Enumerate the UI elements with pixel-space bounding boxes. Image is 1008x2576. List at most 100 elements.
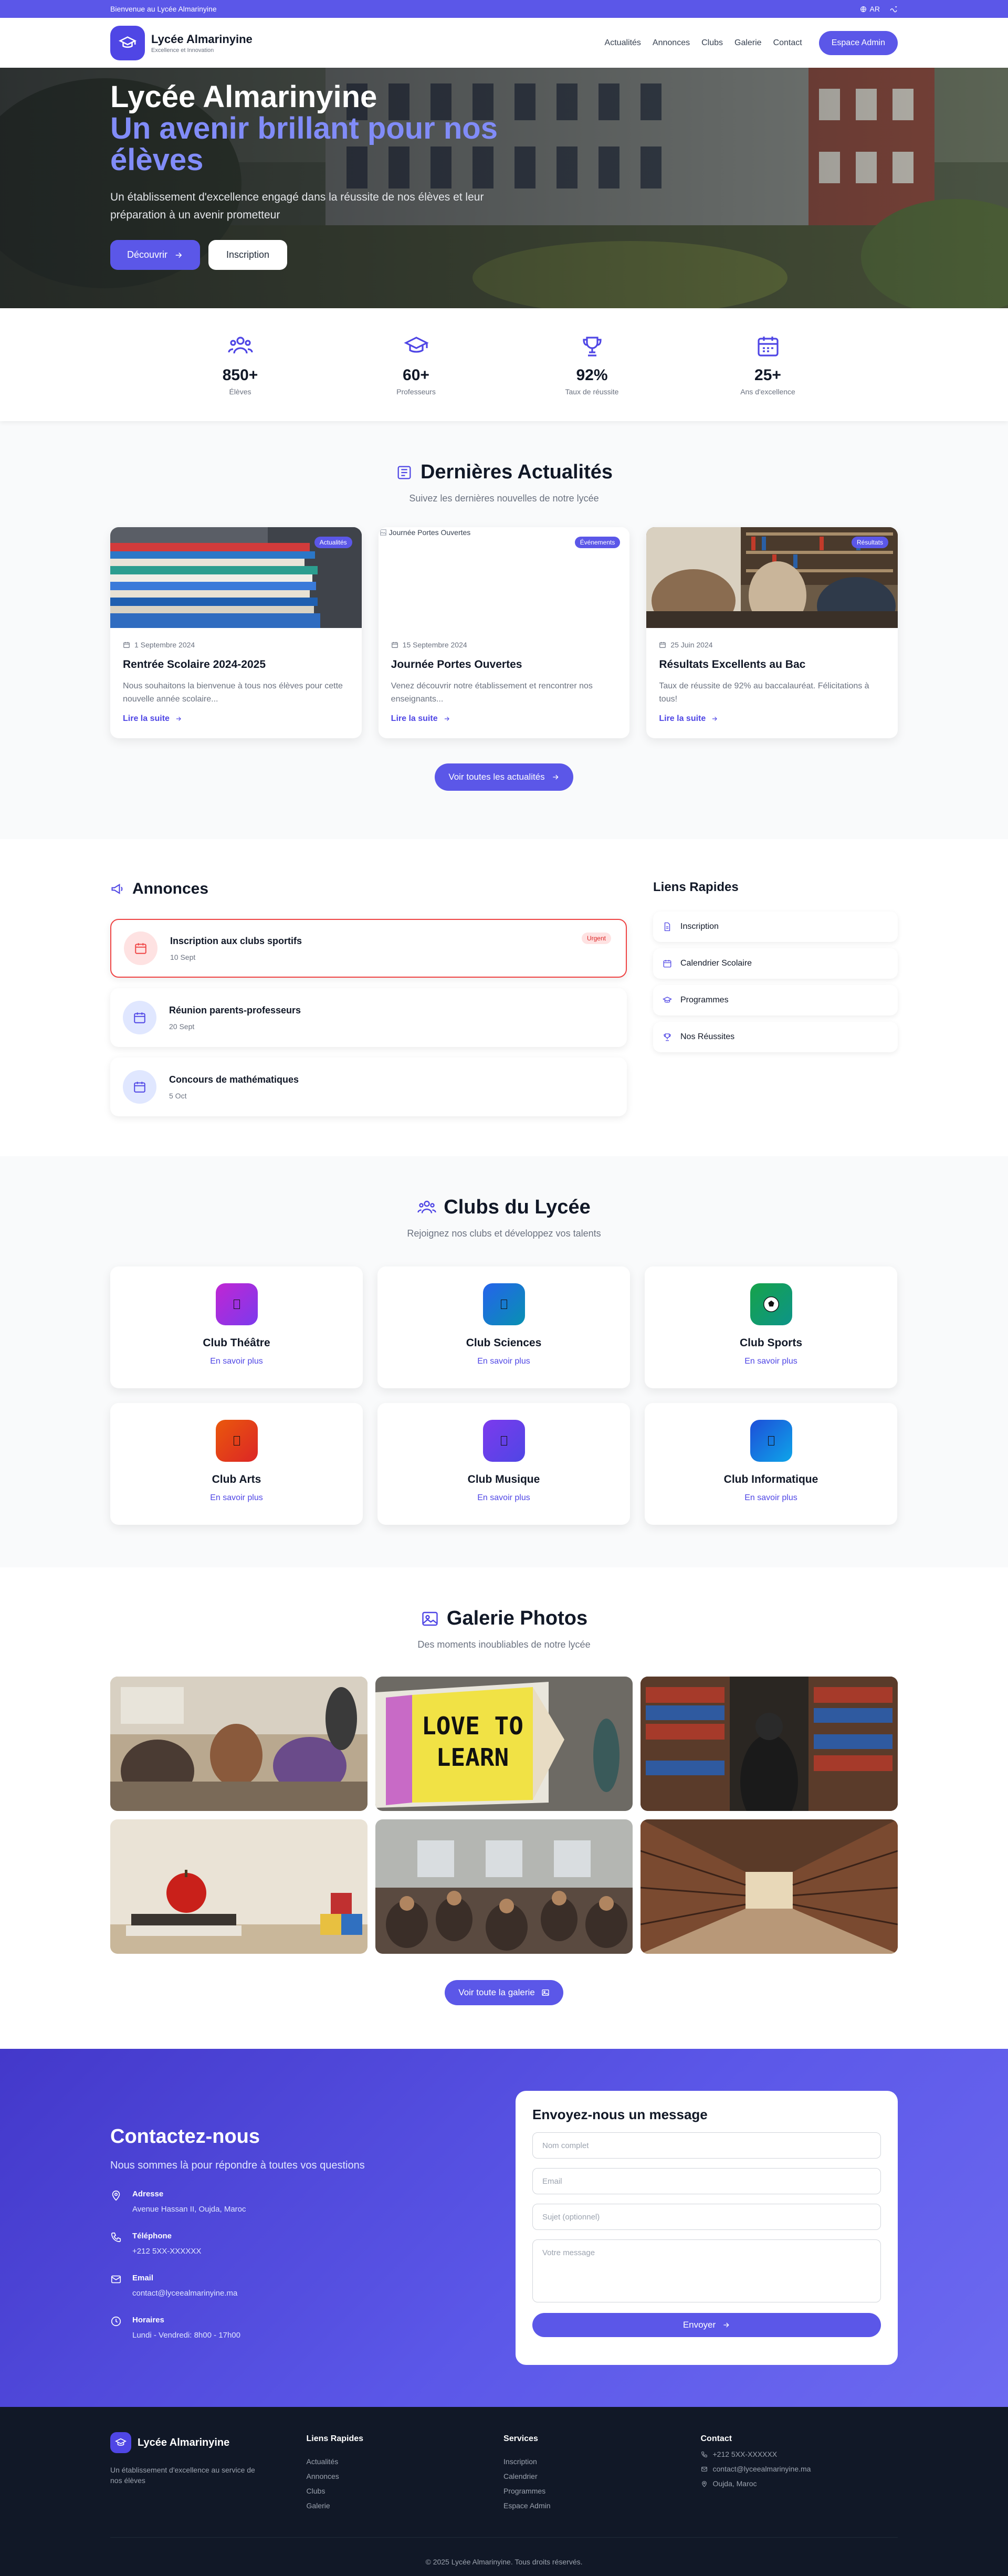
footer-brand[interactable]: Lycée Almarinyine [110, 2432, 307, 2453]
footer-service-inscription[interactable]: Inscription [503, 2457, 700, 2466]
clubs-heading: Clubs du Lycée [110, 1196, 898, 1219]
gallery-photo-classroom[interactable] [110, 1677, 368, 1811]
phone-label: Téléphone [132, 2232, 172, 2240]
club-name: Club Sports [740, 1337, 802, 1349]
calendar-icon [391, 642, 398, 648]
quick-link-calendar[interactable]: Calendrier Scolaire [653, 948, 898, 979]
news-subtitle: Suivez les dernières nouvelles de notre … [409, 493, 599, 504]
club-learn-more-link[interactable]: En savoir plus [477, 1357, 530, 1366]
footer-link-galerie[interactable]: Galerie [307, 2501, 503, 2510]
admin-space-button[interactable]: Espace Admin [818, 30, 898, 55]
signup-button[interactable]: Inscription [208, 240, 288, 270]
contact-email: Email contact@lyceealmarinyine.ma [110, 2274, 404, 2298]
hours-label: Horaires [132, 2316, 164, 2324]
nav-galerie[interactable]: Galerie [734, 38, 762, 48]
footer-email[interactable]: contact@lyceealmarinyine.ma [701, 2465, 898, 2473]
stat-success-rate: 92% Taux de réussite [540, 333, 645, 396]
club-card-sciences[interactable]: Club Sciences En savoir plus [377, 1266, 630, 1388]
placeholder-glyph-icon [233, 1436, 240, 1446]
read-more-link[interactable]: Lire la suite [123, 714, 349, 724]
clubs-subtitle: Rejoignez nos clubs et développez vos ta… [407, 1228, 601, 1239]
news-card[interactable]: Actualités 1 Septembre 2024 Rentrée Scol… [110, 527, 362, 738]
gallery-photo-apple-books[interactable] [110, 1819, 368, 1954]
club-learn-more-link[interactable]: En savoir plus [744, 1357, 797, 1366]
footer-links-title: Liens Rapides [306, 2434, 364, 2443]
club-card-theatre[interactable]: Club Théâtre En savoir plus [110, 1266, 363, 1388]
send-button[interactable]: Envoyer [532, 2313, 881, 2337]
news-card[interactable]: Journée Portes Ouvertes Événements 15 Se… [378, 527, 630, 738]
message-field[interactable]: Votre message [532, 2239, 881, 2302]
gallery-photo-lecture-hall[interactable] [375, 1819, 633, 1954]
announcement-title: Inscription aux clubs sportifs [170, 935, 302, 946]
view-all-news-button[interactable]: Voir toutes les actualités [435, 763, 573, 791]
footer-link-clubs[interactable]: Clubs [307, 2487, 503, 2495]
subject-field[interactable]: Sujet (optionnel) [532, 2204, 881, 2230]
quick-link-inscription[interactable]: Inscription [653, 912, 898, 942]
read-more-label: Lire la suite [391, 714, 438, 723]
read-more-label: Lire la suite [123, 714, 170, 723]
footer-service-programs[interactable]: Programmes [503, 2487, 700, 2495]
announcement-item[interactable]: Inscription aux clubs sportifs 10 Sept U… [110, 919, 627, 978]
footer-brand-name: Lycée Almarinyine [138, 2436, 230, 2448]
quick-link-achievements[interactable]: Nos Réussites [653, 1022, 898, 1052]
club-learn-more-link[interactable]: En savoir plus [210, 1357, 263, 1366]
club-card-it[interactable]: Club Informatique En savoir plus [645, 1403, 897, 1525]
theme-toggle-icon[interactable] [889, 5, 898, 13]
announcement-item[interactable]: Réunion parents-professeurs 20 Sept [110, 988, 627, 1047]
footer-service-calendar[interactable]: Calendrier [503, 2472, 700, 2480]
announcement-icon [123, 1070, 156, 1104]
stat-label: Taux de réussite [565, 388, 619, 396]
club-card-arts[interactable]: Club Arts En savoir plus [110, 1403, 363, 1525]
phone-icon [111, 2232, 121, 2243]
users-icon [417, 1200, 436, 1213]
nav-actualites[interactable]: Actualités [605, 38, 641, 48]
club-name: Club Théâtre [203, 1337, 270, 1349]
gallery-heading: Galerie Photos [110, 1607, 898, 1630]
email-value[interactable]: contact@lyceealmarinyine.ma [132, 2289, 237, 2298]
footer-service-admin[interactable]: Espace Admin [503, 2501, 700, 2510]
language-switch[interactable]: AR [860, 5, 880, 13]
footer-link-annonces[interactable]: Annonces [307, 2472, 503, 2480]
quick-link-programs[interactable]: Programmes [653, 985, 898, 1015]
club-learn-more-link[interactable]: En savoir plus [744, 1493, 797, 1503]
news-card[interactable]: Résultats 25 Juin 2024 Résultats Excelle… [646, 527, 898, 738]
email-field[interactable]: Email [532, 2168, 881, 2194]
broken-image-alt-text: Journée Portes Ouvertes [388, 528, 471, 537]
club-learn-more-link[interactable]: En savoir plus [477, 1493, 530, 1503]
quick-link-label: Nos Réussites [680, 1032, 735, 1041]
gallery-photo-library-aisle[interactable] [640, 1819, 898, 1954]
club-learn-more-link[interactable]: En savoir plus [210, 1493, 263, 1503]
read-more-link[interactable]: Lire la suite [659, 714, 885, 724]
form-title: Envoyez-nous un message [532, 2107, 708, 2122]
welcome-text: Bienvenue au Lycée Almarinyine [110, 5, 217, 13]
discover-button[interactable]: Découvrir [110, 240, 201, 270]
quick-link-label: Inscription [680, 922, 719, 931]
nav-annonces[interactable]: Annonces [653, 38, 690, 48]
mail-icon [111, 2275, 121, 2284]
nav-contact[interactable]: Contact [773, 38, 802, 48]
gallery-photo-love-to-learn[interactable]: LOVE TO LEARN [375, 1677, 633, 1811]
club-icon [482, 1420, 525, 1462]
club-card-music[interactable]: Club Musique En savoir plus [377, 1403, 630, 1525]
footer-link-actualites[interactable]: Actualités [307, 2457, 503, 2466]
gallery-photo-library-student[interactable] [640, 1677, 898, 1811]
announcement-item[interactable]: Concours de mathématiques 5 Oct [110, 1057, 627, 1116]
top-bar: Bienvenue au Lycée Almarinyine AR [0, 0, 1008, 18]
placeholder-glyph-icon [500, 1300, 507, 1309]
learn-text: LEARN [436, 1743, 509, 1772]
arrow-right-icon [444, 717, 449, 721]
club-icon [482, 1283, 525, 1325]
phone-icon [701, 2451, 707, 2457]
view-gallery-button[interactable]: Voir toute la galerie [445, 1980, 563, 2005]
news-date: 1 Septembre 2024 [123, 641, 349, 649]
read-more-link[interactable]: Lire la suite [391, 714, 617, 724]
news-heading: Dernières Actualités [110, 461, 898, 484]
footer-services-title: Services [503, 2434, 538, 2443]
name-field[interactable]: Nom complet [532, 2132, 881, 2159]
hero-title-accent: Un avenir brillant pour nos élèves [110, 111, 498, 177]
news-date-text: 25 Juin 2024 [670, 641, 713, 649]
brand-logo-link[interactable]: Lycée Almarinyine Excellence et Innovati… [110, 25, 253, 60]
nav-clubs[interactable]: Clubs [701, 38, 723, 48]
club-card-sports[interactable]: Club Sports En savoir plus [645, 1266, 897, 1388]
news-title: Résultats Excellents au Bac [659, 658, 806, 671]
